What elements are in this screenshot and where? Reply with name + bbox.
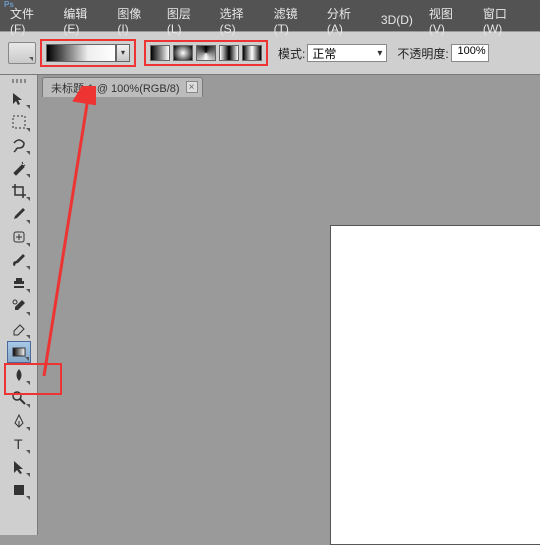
gradient-dropdown[interactable]: ▾ <box>116 44 130 62</box>
menu-view[interactable]: 视图(V) <box>429 5 467 36</box>
blend-mode-value: 正常 <box>312 45 336 62</box>
options-bar: ▾ 模式: 正常 不透明度: 100% <box>0 31 540 75</box>
gradient-linear-button[interactable] <box>150 45 170 61</box>
shape-tool[interactable] <box>7 479 31 501</box>
healing-brush-tool[interactable] <box>7 226 31 248</box>
svg-text:T: T <box>14 436 23 452</box>
pen-tool[interactable] <box>7 410 31 432</box>
menu-window[interactable]: 窗口(W) <box>483 5 524 36</box>
document-tab-title: 未标题-1 @ 100%(RGB/8) <box>51 83 180 95</box>
mode-label: 模式: <box>278 45 305 62</box>
current-tool-indicator[interactable] <box>8 42 36 64</box>
type-tool[interactable]: T <box>7 433 31 455</box>
menu-filter[interactable]: 滤镜(T) <box>274 5 311 36</box>
work-area <box>42 97 540 535</box>
blur-tool[interactable] <box>7 364 31 386</box>
history-brush-tool[interactable] <box>7 295 31 317</box>
clone-stamp-tool[interactable] <box>7 272 31 294</box>
document-canvas[interactable] <box>330 225 540 545</box>
gradient-diamond-button[interactable] <box>242 45 262 61</box>
menu-file[interactable]: 文件(F) <box>10 5 47 36</box>
menu-select[interactable]: 选择(S) <box>220 5 258 36</box>
document-tab[interactable]: 未标题-1 @ 100%(RGB/8) × <box>42 77 203 97</box>
menu-image[interactable]: 图像(I) <box>117 5 151 36</box>
brush-tool[interactable] <box>7 249 31 271</box>
path-selection-tool[interactable] <box>7 456 31 478</box>
menu-layer[interactable]: 图层(L) <box>167 5 204 36</box>
gradient-radial-button[interactable] <box>173 45 193 61</box>
blend-mode-select[interactable]: 正常 <box>307 44 387 62</box>
tools-panel: T <box>0 75 38 535</box>
eyedropper-tool[interactable] <box>7 203 31 225</box>
gradient-angle-button[interactable] <box>196 45 216 61</box>
menu-edit[interactable]: 编辑(E) <box>63 5 101 36</box>
magic-wand-tool[interactable] <box>7 157 31 179</box>
panel-grip[interactable] <box>4 79 34 85</box>
eraser-tool[interactable] <box>7 318 31 340</box>
gradient-preview[interactable] <box>46 44 116 62</box>
menu-3d[interactable]: 3D(D) <box>381 13 413 27</box>
menu-analysis[interactable]: 分析(A) <box>327 5 365 36</box>
gradient-tool[interactable] <box>7 341 31 363</box>
opacity-input[interactable]: 100% <box>451 44 489 62</box>
menu-bar: 文件(F) 编辑(E) 图像(I) 图层(L) 选择(S) 滤镜(T) 分析(A… <box>0 9 540 31</box>
dodge-tool[interactable] <box>7 387 31 409</box>
gradient-reflected-button[interactable] <box>219 45 239 61</box>
crop-tool[interactable] <box>7 180 31 202</box>
lasso-tool[interactable] <box>7 134 31 156</box>
document-tab-close[interactable]: × <box>186 81 198 93</box>
opacity-label: 不透明度: <box>397 45 448 62</box>
move-tool[interactable] <box>7 88 31 110</box>
document-tab-bar: 未标题-1 @ 100%(RGB/8) × <box>0 75 540 97</box>
marquee-tool[interactable] <box>7 111 31 133</box>
annotation-gradient-picker: ▾ <box>40 39 136 67</box>
annotation-gradient-types <box>144 40 268 66</box>
